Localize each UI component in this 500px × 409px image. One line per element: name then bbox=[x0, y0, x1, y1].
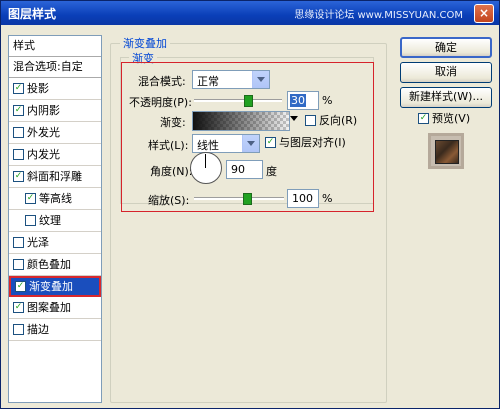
blend-mode-select[interactable]: 正常 bbox=[192, 70, 270, 89]
cancel-button[interactable]: 取消 bbox=[400, 62, 492, 83]
style-item-label: 光泽 bbox=[27, 236, 49, 249]
scale-value: 100 bbox=[292, 192, 313, 205]
style-item[interactable]: 光泽 bbox=[9, 232, 101, 254]
style-item-label: 外发光 bbox=[27, 126, 60, 139]
checkmark-icon[interactable]: ✓ bbox=[25, 192, 36, 204]
style-item[interactable]: ✓ 图案叠加 bbox=[9, 297, 101, 319]
checkbox-icon[interactable] bbox=[13, 148, 24, 160]
style-item-label: 内阴影 bbox=[27, 104, 60, 117]
style-item-label: 等高线 bbox=[39, 192, 72, 205]
new-style-button[interactable]: 新建样式(W)... bbox=[400, 87, 492, 108]
window-title: 图层样式 bbox=[8, 7, 57, 21]
preview-label: 预览(V) bbox=[432, 112, 471, 125]
checkmark-icon[interactable]: ✓ bbox=[15, 280, 26, 292]
style-item[interactable]: 内发光 bbox=[9, 144, 101, 166]
style-item[interactable]: 纹理 bbox=[9, 210, 101, 232]
style-item-label: 纹理 bbox=[39, 214, 61, 227]
align-checkbox[interactable]: ✓ 与图层对齐(I) bbox=[265, 134, 346, 150]
angle-unit: 度 bbox=[266, 165, 277, 178]
style-item-label: 投影 bbox=[27, 82, 49, 95]
checkmark-icon[interactable]: ✓ bbox=[265, 136, 276, 148]
blend-mode-value: 正常 bbox=[197, 75, 219, 88]
styles-header[interactable]: 样式 bbox=[9, 36, 101, 57]
preview-checkbox[interactable]: ✓ 预览(V) bbox=[418, 110, 470, 126]
opacity-label: 不透明度(P): bbox=[129, 96, 192, 109]
style-preview-thumbnail bbox=[428, 133, 464, 169]
scale-slider-handle[interactable] bbox=[243, 193, 253, 205]
checkmark-icon[interactable]: ✓ bbox=[13, 82, 24, 94]
opacity-slider-handle[interactable] bbox=[243, 95, 253, 107]
angle-input[interactable]: 90 bbox=[226, 160, 263, 179]
close-button[interactable]: × bbox=[474, 4, 494, 23]
blend-options-item[interactable]: 混合选项:自定 bbox=[9, 57, 101, 78]
style-item[interactable]: ✓ 内阴影 bbox=[9, 100, 101, 122]
checkbox-icon[interactable] bbox=[13, 258, 24, 270]
scale-slider[interactable] bbox=[194, 197, 284, 200]
gradient-dropdown-icon[interactable] bbox=[290, 116, 298, 121]
style-item[interactable]: 颜色叠加 bbox=[9, 254, 101, 276]
opacity-input[interactable]: 30 bbox=[287, 91, 319, 110]
style-item[interactable]: ✓ 斜面和浮雕 bbox=[9, 166, 101, 188]
style-item-label: 颜色叠加 bbox=[27, 258, 71, 271]
style-item[interactable]: ✓ 投影 bbox=[9, 78, 101, 100]
checkmark-icon[interactable]: ✓ bbox=[418, 112, 429, 124]
style-item-label: 内发光 bbox=[27, 148, 60, 161]
style-item[interactable]: ✓ 渐变叠加 bbox=[9, 276, 101, 297]
style-select[interactable]: 线性 bbox=[192, 134, 260, 153]
opacity-unit: % bbox=[322, 94, 333, 107]
scale-input[interactable]: 100 bbox=[287, 189, 319, 208]
styles-list: 样式 混合选项:自定 ✓ 投影 ✓ 内阴影 外发光 内发光 ✓ 斜面和浮雕 ✓ 等高线 纹理 光泽 颜色… bbox=[8, 35, 102, 403]
watermark-text: 思缘设计论坛 www.MISSYUAN.COM bbox=[294, 10, 463, 21]
gradient-swatch[interactable] bbox=[192, 111, 290, 131]
style-item-label: 描边 bbox=[27, 323, 49, 336]
style-item-label: 斜面和浮雕 bbox=[27, 170, 82, 183]
style-value: 线性 bbox=[197, 139, 219, 152]
style-item[interactable]: 描边 bbox=[9, 319, 101, 341]
checkbox-icon[interactable] bbox=[13, 323, 24, 335]
ok-button[interactable]: 确定 bbox=[400, 37, 492, 58]
style-item-label: 图案叠加 bbox=[27, 301, 71, 314]
scale-unit: % bbox=[322, 192, 333, 205]
checkbox-icon[interactable] bbox=[25, 214, 36, 226]
angle-label: 角度(N): bbox=[150, 165, 193, 178]
angle-value: 90 bbox=[231, 163, 245, 176]
angle-dial[interactable] bbox=[190, 152, 222, 184]
style-item[interactable]: 外发光 bbox=[9, 122, 101, 144]
checkbox-icon[interactable] bbox=[13, 126, 24, 138]
reverse-label: 反向(R) bbox=[319, 114, 358, 127]
style-item-label: 渐变叠加 bbox=[29, 280, 73, 293]
preview-swatch bbox=[435, 140, 459, 164]
opacity-value: 30 bbox=[290, 94, 306, 107]
align-label: 与图层对齐(I) bbox=[279, 136, 346, 149]
checkbox-icon[interactable] bbox=[13, 236, 24, 248]
chevron-down-icon[interactable] bbox=[252, 71, 269, 88]
style-item[interactable]: ✓ 等高线 bbox=[9, 188, 101, 210]
checkmark-icon[interactable]: ✓ bbox=[13, 104, 24, 116]
title-bar[interactable]: 图层样式 思缘设计论坛 www.MISSYUAN.COM × bbox=[1, 1, 499, 25]
checkbox-icon[interactable] bbox=[305, 114, 316, 126]
blend-mode-label: 混合模式: bbox=[138, 75, 186, 88]
scale-label: 缩放(S): bbox=[148, 194, 190, 207]
gradient-overlay-title: 渐变叠加 bbox=[120, 35, 170, 51]
checkmark-icon[interactable]: ✓ bbox=[13, 301, 24, 313]
reverse-checkbox[interactable]: 反向(R) bbox=[305, 112, 357, 128]
checkmark-icon[interactable]: ✓ bbox=[13, 170, 24, 182]
style-label: 样式(L): bbox=[148, 139, 189, 152]
gradient-label: 渐变: bbox=[160, 116, 186, 129]
opacity-slider[interactable] bbox=[194, 99, 282, 102]
chevron-down-icon[interactable] bbox=[242, 135, 259, 152]
